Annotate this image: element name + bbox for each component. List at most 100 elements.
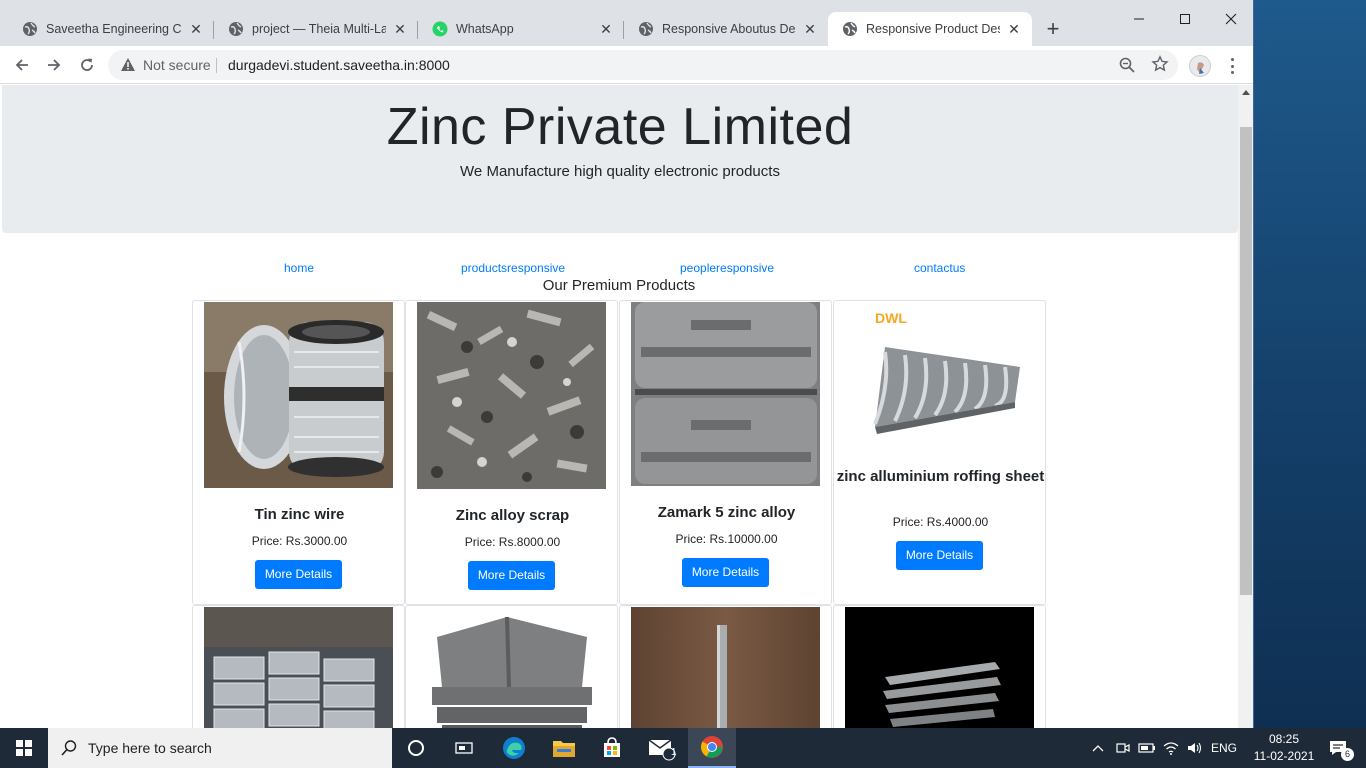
volume-icon[interactable] [1183, 728, 1205, 768]
new-tab-button[interactable]: + [1040, 17, 1066, 43]
system-clock[interactable]: 08:25 11-02-2021 [1253, 731, 1315, 765]
close-window-button[interactable] [1208, 6, 1253, 32]
more-details-button[interactable]: More Details [468, 561, 555, 590]
notification-center-icon[interactable]: 6 [1318, 728, 1358, 768]
browser-menu-button[interactable] [1224, 55, 1240, 77]
product-card [833, 605, 1046, 728]
show-hidden-icons-chevron-icon[interactable] [1088, 728, 1108, 768]
more-details-button[interactable]: More Details [255, 560, 342, 589]
tab-aboutus[interactable]: Responsive Aboutus Design ✕ [624, 12, 828, 46]
dwl-logo: DWL [875, 310, 907, 326]
product-card: DWL zinc alluminium roffing sheet Price:… [833, 300, 1046, 605]
meet-now-icon[interactable] [1112, 728, 1134, 768]
search-placeholder: Type here to search [88, 740, 212, 756]
product-image-zinc-ingots [631, 302, 820, 486]
windows-logo-icon [16, 740, 32, 756]
back-button[interactable] [9, 52, 35, 78]
tab-title: project — Theia Multi-Language [252, 22, 386, 36]
product-name: zinc alluminium roffing sheet [836, 468, 1045, 485]
close-tab-icon[interactable]: ✕ [392, 21, 408, 37]
tab-product-design[interactable]: Responsive Product Design ✕ [828, 12, 1032, 46]
product-price: Price: Rs.10000.00 [675, 532, 778, 546]
company-name: Zinc Private Limited [386, 98, 854, 156]
tab-strip: Saveetha Engineering College ✕ project —… [0, 0, 1253, 46]
warning-icon[interactable] [120, 57, 136, 77]
taskbar-search-box[interactable]: Type here to search [48, 728, 392, 768]
back-arrow-icon [15, 59, 28, 71]
header-jumbotron: Zinc Private Limited We Manufacture high… [2, 85, 1238, 233]
profile-avatar[interactable] [1189, 55, 1211, 77]
browser-window: Saveetha Engineering College ✕ project —… [0, 0, 1254, 728]
mail-badge: 1 [671, 747, 677, 758]
bookmark-star-icon[interactable] [1151, 55, 1169, 78]
store-icon[interactable] [588, 728, 636, 768]
omnibox-divider [216, 58, 217, 73]
close-tab-icon[interactable]: ✕ [598, 21, 614, 37]
address-bar[interactable]: Not secure durgadevi.student.saveetha.in… [108, 50, 1178, 80]
edge-icon[interactable] [490, 728, 538, 768]
chrome-taskbar-icon[interactable] [688, 728, 736, 768]
tab-title: Saveetha Engineering College [46, 22, 182, 36]
wifi-icon[interactable] [1160, 728, 1182, 768]
forward-button[interactable] [41, 52, 67, 78]
product-card [619, 605, 832, 728]
nav-link-people[interactable]: peopleresponsive [680, 261, 774, 275]
clock-time: 08:25 [1268, 732, 1300, 746]
globe-icon [638, 21, 654, 37]
notification-count-badge: 6 [1341, 748, 1354, 761]
taskbar: Type here to search 1 ENG 08:25 11-02-20… [0, 728, 1366, 768]
tab-saveetha[interactable]: Saveetha Engineering College ✕ [8, 12, 214, 46]
file-explorer-icon[interactable] [540, 728, 588, 768]
url-text[interactable]: durgadevi.student.saveetha.in:8000 [228, 57, 450, 73]
battery-icon[interactable] [1136, 728, 1158, 768]
product-price: Price: Rs.4000.00 [892, 515, 989, 529]
product-name: Tin zinc wire [254, 506, 345, 523]
nav-link-contactus[interactable]: contactus [914, 261, 965, 275]
maximize-button[interactable] [1162, 6, 1208, 32]
close-tab-icon[interactable]: ✕ [1006, 21, 1022, 37]
tab-title: Responsive Aboutus Design [662, 22, 796, 36]
more-details-button[interactable]: More Details [896, 541, 983, 570]
nav-link-home[interactable]: home [284, 261, 314, 275]
scroll-up-arrow-icon[interactable] [1242, 90, 1250, 95]
page-scrollbar[interactable] [1238, 85, 1253, 728]
product-card: Tin zinc wire Price: Rs.3000.00 More Det… [192, 300, 405, 605]
nav-link-products[interactable]: productsresponsive [461, 261, 565, 275]
tab-title: Responsive Product Design [866, 22, 1000, 36]
tab-whatsapp[interactable]: WhatsApp ✕ [418, 12, 624, 46]
windows-start-button[interactable] [0, 728, 48, 768]
mail-icon[interactable]: 1 [638, 728, 686, 768]
globe-icon [22, 21, 38, 37]
forward-arrow-icon [48, 59, 61, 71]
tab-theia[interactable]: project — Theia Multi-Language ✕ [214, 12, 418, 46]
zoom-icon[interactable] [1118, 56, 1136, 79]
globe-icon [228, 21, 244, 37]
globe-icon [842, 21, 858, 37]
whatsapp-icon [432, 21, 448, 37]
close-tab-icon[interactable]: ✕ [802, 21, 818, 37]
product-card [405, 605, 618, 728]
clock-date: 11-02-2021 [1253, 749, 1315, 763]
product-name: Zamark 5 zinc alloy [657, 504, 796, 521]
close-tab-icon[interactable]: ✕ [188, 21, 204, 37]
product-card: Zinc alloy scrap Price: Rs.8000.00 More … [405, 300, 618, 605]
security-label[interactable]: Not secure [143, 57, 211, 73]
reload-icon [81, 58, 93, 71]
product-price: Price: Rs.8000.00 [464, 535, 561, 549]
product-image-roofing-sheet: DWL [845, 302, 1034, 452]
section-title: Our Premium Products [542, 277, 696, 294]
cortana-icon[interactable] [392, 728, 440, 768]
product-image-stacked-ingots [204, 607, 393, 728]
minimize-button[interactable] [1116, 6, 1162, 32]
product-card: Zamark 5 zinc alloy Price: Rs.10000.00 M… [619, 300, 832, 605]
product-card [192, 605, 405, 728]
product-image-alloy-scrap [417, 302, 606, 489]
browser-toolbar: Not secure durgadevi.student.saveetha.in… [0, 46, 1253, 84]
tagline: We Manufacture high quality electronic p… [460, 163, 780, 180]
reload-button[interactable] [74, 52, 100, 78]
tab-title: WhatsApp [456, 22, 514, 36]
more-details-button[interactable]: More Details [682, 558, 769, 587]
task-view-icon[interactable] [440, 728, 488, 768]
scrollbar-thumb[interactable] [1240, 127, 1252, 595]
language-indicator[interactable]: ENG [1208, 728, 1240, 768]
